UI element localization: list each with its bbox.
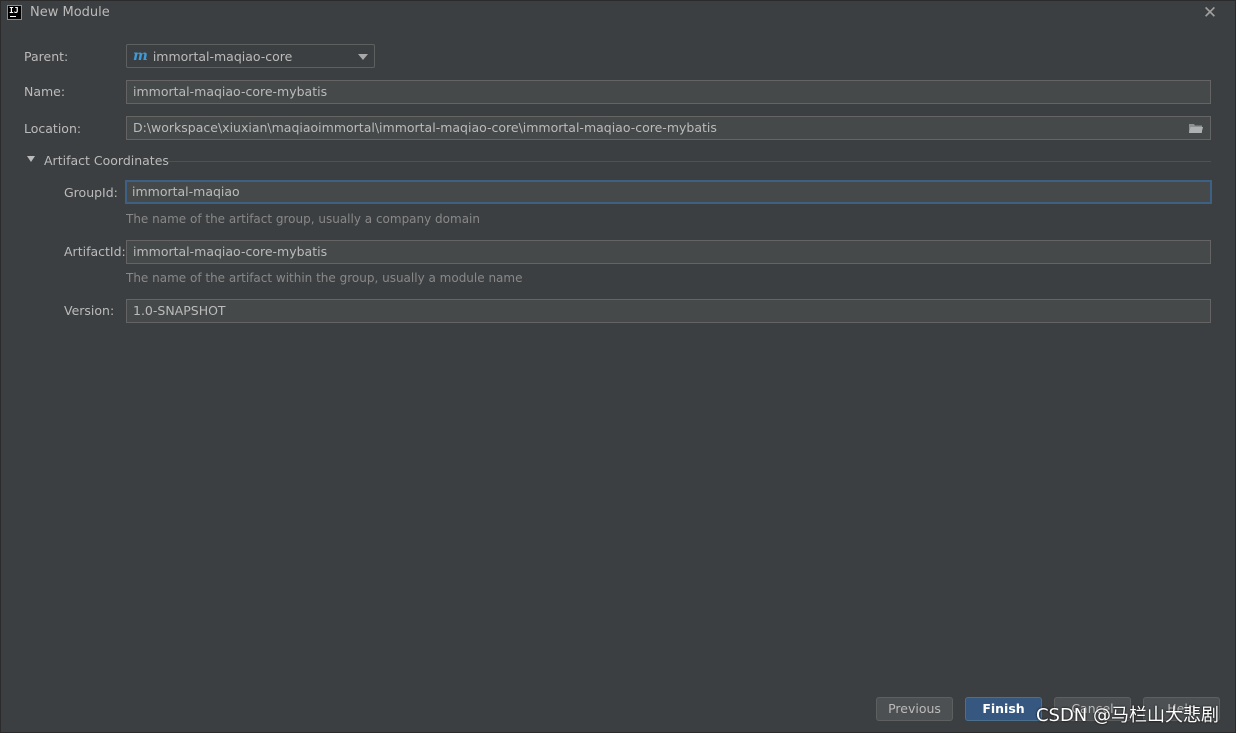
chevron-down-icon — [358, 54, 368, 60]
close-icon[interactable]: ✕ — [1201, 4, 1219, 22]
location-label: Location: — [24, 121, 82, 136]
window-title: New Module — [30, 5, 110, 20]
folder-icon[interactable] — [1189, 123, 1203, 133]
groupid-label: GroupId: — [64, 185, 118, 200]
parent-value: immortal-maqiao-core — [152, 48, 293, 64]
name-label: Name: — [24, 84, 66, 99]
location-field[interactable]: D:\workspace\xiuxian\maqiaoimmortal\immo… — [126, 116, 1211, 140]
groupid-field[interactable]: immortal-maqiao — [125, 180, 1212, 204]
name-field[interactable]: immortal-maqiao-core-mybatis — [126, 80, 1211, 104]
version-label: Version: — [64, 303, 115, 318]
location-value: D:\workspace\xiuxian\maqiaoimmortal\immo… — [133, 120, 717, 135]
version-field[interactable]: 1.0-SNAPSHOT — [126, 299, 1211, 323]
parent-combobox[interactable]: m immortal-maqiao-core — [126, 44, 375, 68]
triangle-down-icon[interactable] — [27, 156, 35, 162]
section-divider — [167, 161, 1211, 162]
previous-button[interactable]: Previous — [876, 697, 953, 721]
maven-module-icon: m — [133, 48, 148, 64]
artifact-coordinates-title[interactable]: Artifact Coordinates — [44, 153, 169, 168]
groupid-hint: The name of the artifact group, usually … — [126, 212, 480, 226]
title-bar: IJ New Module ✕ — [1, 1, 1235, 25]
artifactid-label: ArtifactId: — [64, 244, 126, 259]
watermark: CSDN @马栏山大悲剧 — [1035, 705, 1219, 726]
finish-button[interactable]: Finish — [965, 697, 1042, 721]
artifactid-field[interactable]: immortal-maqiao-core-mybatis — [126, 240, 1211, 264]
artifactid-hint: The name of the artifact within the grou… — [126, 271, 523, 285]
new-module-dialog: IJ New Module ✕ Parent: m immortal-maqia… — [0, 0, 1236, 733]
parent-label: Parent: — [24, 49, 69, 64]
intellij-app-icon: IJ — [7, 5, 22, 20]
